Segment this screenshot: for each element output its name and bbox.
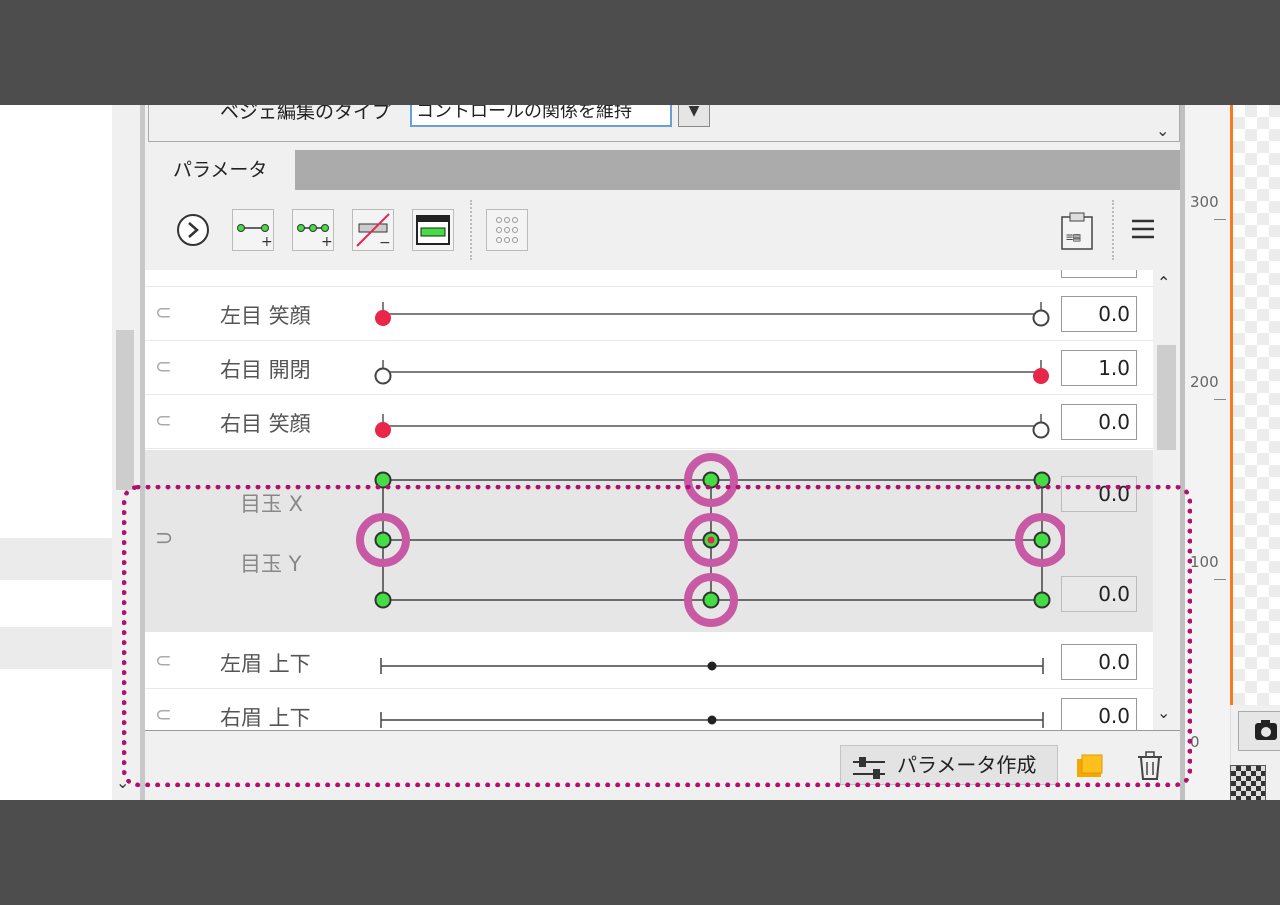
toolbar-separator xyxy=(470,200,472,260)
app-window: ⌄ ベジェ編集のタイプ コントロールの関係を維持 ▼ ⌄ パラメータ + + −… xyxy=(0,105,1280,800)
edit-type-label: ベジェ編集のタイプ xyxy=(220,105,392,123)
key-grid-icon xyxy=(496,217,518,243)
ruler-tick-mark xyxy=(1214,399,1226,400)
link-icon[interactable]: ⊂ xyxy=(155,300,172,324)
clipboard-icon[interactable]: ≡▤ xyxy=(1058,211,1096,251)
parameter-row[interactable]: ⊂ 右目 開閉 1.0 xyxy=(145,342,1153,395)
menu-icon[interactable] xyxy=(1128,213,1158,243)
tab-parameters[interactable]: パラメータ xyxy=(145,150,295,190)
svg-text:+: + xyxy=(261,234,273,250)
tab-strip xyxy=(145,150,1180,190)
toolbar-separator xyxy=(1112,200,1114,260)
add-key-two-button[interactable]: + xyxy=(232,209,274,251)
parameter-value[interactable]: 1.0 xyxy=(1061,350,1137,386)
svg-text:+: + xyxy=(321,234,333,250)
parameter-value[interactable]: 0.0 xyxy=(1061,404,1137,440)
add-key-three-icon: + xyxy=(297,224,333,250)
ruler-tick: 200 xyxy=(1190,373,1219,391)
edit-type-select[interactable]: コントロールの関係を維持 xyxy=(410,105,672,127)
remove-key-icon: − xyxy=(356,213,391,251)
svg-text:≡▤: ≡▤ xyxy=(1066,230,1080,244)
parameter-row[interactable]: ⊂ 右目 笑顔 0.0 xyxy=(145,396,1153,449)
camera-icon xyxy=(1255,720,1277,740)
chevron-down-icon[interactable]: ▼ xyxy=(678,105,710,127)
ruler-tick-mark xyxy=(1214,579,1226,580)
parameter-name: 左目 笑顔 xyxy=(220,304,311,328)
parameter-row[interactable]: ⊂ 左目 笑顔 0.0 xyxy=(145,288,1153,341)
key-marker-active[interactable] xyxy=(375,310,391,326)
parameter-name: 右目 笑顔 xyxy=(220,412,311,436)
highlight-box xyxy=(122,485,1192,787)
link-icon[interactable]: ⊂ xyxy=(155,354,172,378)
key-window-button[interactable] xyxy=(412,209,454,251)
parameter-slider[interactable] xyxy=(365,404,1055,440)
key-marker-active[interactable] xyxy=(1033,368,1049,384)
left-list-row[interactable] xyxy=(0,627,112,669)
parameter-slider[interactable] xyxy=(365,350,1055,386)
key-window-icon xyxy=(416,215,450,245)
chevron-up-icon[interactable]: ⌃ xyxy=(1157,273,1170,292)
canvas-view[interactable] xyxy=(1233,105,1280,705)
link-icon[interactable]: ⊂ xyxy=(155,408,172,432)
add-key-two-icon: + xyxy=(237,224,273,250)
parameter-value[interactable]: 0.0 xyxy=(1061,296,1137,332)
parameter-value-partial[interactable] xyxy=(1061,270,1137,278)
ruler-tick-mark xyxy=(1214,219,1226,220)
key-marker[interactable] xyxy=(1032,421,1050,439)
chevron-down-icon[interactable]: ⌄ xyxy=(1156,121,1169,140)
add-key-three-button[interactable]: + xyxy=(292,209,334,251)
parameter-name: 右目 開閉 xyxy=(220,358,311,382)
left-list-row[interactable] xyxy=(0,538,112,580)
parameter-list-scrollbar-thumb[interactable] xyxy=(1157,345,1176,450)
key-grid-button[interactable] xyxy=(486,209,528,251)
parameter-row-partial xyxy=(145,270,1153,287)
key-marker[interactable] xyxy=(374,367,392,385)
ruler-tick: 300 xyxy=(1190,193,1219,211)
parameter-slider[interactable] xyxy=(365,296,1055,332)
left-scrollbar-thumb[interactable] xyxy=(116,330,134,490)
remove-key-button[interactable]: − xyxy=(352,209,394,251)
key-marker-active[interactable] xyxy=(375,422,391,438)
ruler-tick: 100 xyxy=(1190,553,1219,571)
key-marker[interactable] xyxy=(1032,309,1050,327)
transparency-checker-button[interactable] xyxy=(1230,765,1266,800)
svg-text:−: − xyxy=(379,235,391,250)
camera-button[interactable] xyxy=(1238,711,1280,751)
circle-arrow-right-icon[interactable] xyxy=(176,213,210,247)
